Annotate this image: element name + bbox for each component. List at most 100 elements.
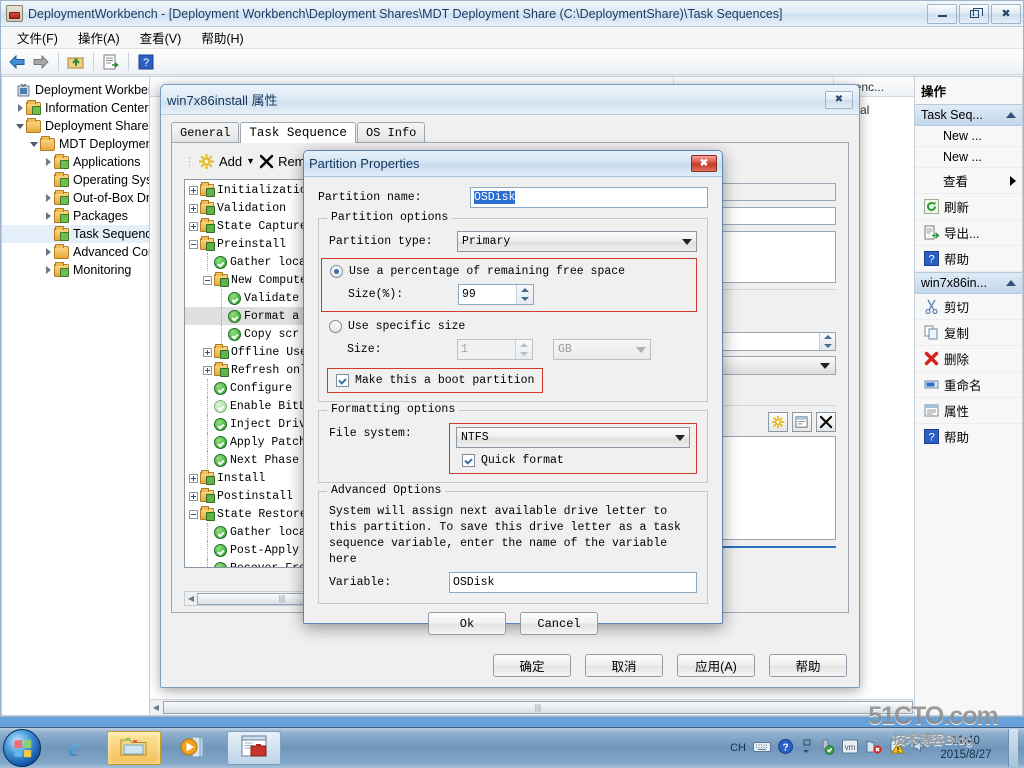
result-pane-hscrollbar[interactable]: ◀ ||| <box>150 699 914 715</box>
actions-group-task-sequences[interactable]: Task Seq... <box>915 104 1022 126</box>
up-folder-icon[interactable] <box>66 52 86 72</box>
show-desktop-button[interactable] <box>1008 729 1018 767</box>
chevron-up-icon[interactable] <box>1006 112 1016 118</box>
actions-group-win7x86install[interactable]: win7x86in... <box>915 272 1022 294</box>
minimize-button[interactable] <box>927 3 957 24</box>
tree-item-mdt-deployment-share[interactable]: MDT Deployment Share <box>2 135 149 153</box>
use-percentage-option[interactable]: Use a percentage of remaining free space <box>330 265 688 278</box>
expand-plus-icon[interactable] <box>201 347 214 357</box>
tree-expander-icon[interactable] <box>42 192 54 204</box>
taskbar-windows-explorer[interactable] <box>107 731 161 765</box>
tree-expander-icon[interactable] <box>42 246 54 258</box>
file-system-dropdown[interactable]: NTFS <box>456 427 690 448</box>
help-icon[interactable]: ? <box>136 52 156 72</box>
tree-expander-icon[interactable] <box>42 156 54 168</box>
taskbar-internet-explorer[interactable]: e <box>47 731 101 765</box>
taskbar-media-player[interactable] <box>167 731 221 765</box>
tree-item-operating-systems[interactable]: Operating Systems <box>2 171 149 189</box>
action-center-warning-icon[interactable] <box>889 739 905 757</box>
volume-icon[interactable] <box>912 739 928 757</box>
tree-item-deployment-shares[interactable]: Deployment Shares <box>2 117 149 135</box>
keyboard-icon[interactable] <box>753 741 771 756</box>
tree-item-applications[interactable]: Applications <box>2 153 149 171</box>
spinner-buttons[interactable] <box>515 340 532 359</box>
tab-task-sequence[interactable]: Task Sequence <box>240 122 356 143</box>
tab-general[interactable]: General <box>171 122 240 142</box>
expand-plus-icon[interactable] <box>187 491 200 501</box>
action-export[interactable]: 导出... <box>915 220 1022 246</box>
apply-button[interactable]: 应用(A) <box>677 654 755 677</box>
action-rename[interactable]: 重命名 <box>915 372 1022 398</box>
add-button-label[interactable]: Add <box>219 154 242 169</box>
delete-item-icon[interactable] <box>816 412 836 432</box>
menu-file[interactable]: 文件(F) <box>7 26 68 49</box>
action-help-2[interactable]: ? 帮助 <box>915 424 1022 449</box>
partition-type-dropdown[interactable]: Primary <box>457 231 697 252</box>
chevron-down-icon[interactable]: ▼ <box>246 156 255 166</box>
spinner-down-icon[interactable] <box>820 342 835 351</box>
spinner-up-icon[interactable] <box>516 340 532 350</box>
spinner-buttons[interactable] <box>819 333 835 350</box>
remove-x-icon[interactable] <box>259 154 274 169</box>
action-refresh[interactable]: 刷新 <box>915 194 1022 220</box>
action-cut[interactable]: 剪切 <box>915 294 1022 320</box>
tree-item-monitoring[interactable]: Monitoring <box>2 261 149 279</box>
edit-item-icon[interactable] <box>792 412 812 432</box>
scroll-thumb[interactable]: ||| <box>163 701 913 714</box>
variable-input[interactable]: OSDisk <box>449 572 697 593</box>
tree-item-packages[interactable]: Packages <box>2 207 149 225</box>
partition-name-input[interactable]: OSDisk <box>470 187 708 208</box>
quick-format-checkbox[interactable] <box>462 454 475 467</box>
network-error-icon[interactable] <box>865 739 882 757</box>
forward-icon[interactable] <box>31 52 51 72</box>
menu-view[interactable]: 查看(V) <box>130 26 192 49</box>
back-icon[interactable] <box>7 52 27 72</box>
add-star-icon[interactable] <box>198 153 215 170</box>
tree-item-advanced-configuration[interactable]: Advanced Configuration <box>2 243 149 261</box>
restore-button[interactable] <box>959 3 989 24</box>
collapse-minus-icon[interactable] <box>201 275 214 285</box>
tree-expander-icon[interactable] <box>28 138 40 150</box>
percentage-size-spinner[interactable]: 99 <box>458 284 534 305</box>
use-percentage-radio[interactable] <box>330 265 343 278</box>
chevron-up-icon[interactable] <box>1006 280 1016 286</box>
cancel-button[interactable]: 取消 <box>585 654 663 677</box>
scroll-left-arrow[interactable]: ◀ <box>185 594 197 603</box>
properties-icon[interactable] <box>101 52 121 72</box>
show-hidden-icons-icon[interactable] <box>800 739 812 758</box>
collapse-minus-icon[interactable] <box>187 509 200 519</box>
action-properties[interactable]: 属性 <box>915 398 1022 424</box>
action-new-task-sequence[interactable]: New ... <box>915 147 1022 168</box>
specific-size-unit-dropdown[interactable]: GB <box>553 339 651 360</box>
properties-dialog-close-button[interactable]: ✖ <box>825 90 853 109</box>
quick-format-option[interactable]: Quick format <box>456 454 690 467</box>
start-button[interactable] <box>3 729 41 767</box>
ok-button[interactable]: 确定 <box>493 654 571 677</box>
tree-item-task-sequences[interactable]: Task Sequences <box>2 225 149 243</box>
menu-help[interactable]: 帮助(H) <box>191 26 253 49</box>
expand-plus-icon[interactable] <box>187 473 200 483</box>
expand-plus-icon[interactable] <box>187 185 200 195</box>
vm-tools-icon[interactable]: vm <box>842 739 858 757</box>
tree-item-deployment-workbench[interactable]: Deployment Workbench <box>2 81 149 99</box>
use-specific-size-option[interactable]: Use specific size <box>329 320 697 333</box>
console-tree[interactable]: Deployment Workbench Information Center … <box>1 76 149 716</box>
expand-plus-icon[interactable] <box>187 203 200 213</box>
boot-partition-checkbox[interactable] <box>336 374 349 387</box>
action-help[interactable]: ? 帮助 <box>915 246 1022 272</box>
specific-size-spinner[interactable]: 1 <box>457 339 533 360</box>
spinner-down-icon[interactable] <box>516 350 532 360</box>
collapse-minus-icon[interactable] <box>187 239 200 249</box>
action-new-folder[interactable]: New ... <box>915 126 1022 147</box>
clock[interactable]: 11:40 2015/8/27 <box>935 734 997 762</box>
partition-dialog-close-button[interactable]: ✖ <box>691 155 717 172</box>
close-button[interactable]: ✖ <box>991 3 1021 24</box>
tree-expander-icon[interactable] <box>42 210 54 222</box>
add-item-icon[interactable] <box>768 412 788 432</box>
cancel-button[interactable]: Cancel <box>520 612 598 635</box>
tree-item-out-of-box-drivers[interactable]: Out-of-Box Drivers <box>2 189 149 207</box>
spinner-up-icon[interactable] <box>820 333 835 342</box>
tree-expander-icon[interactable] <box>42 264 54 276</box>
action-delete[interactable]: 删除 <box>915 346 1022 372</box>
spinner-up-icon[interactable] <box>517 285 533 295</box>
